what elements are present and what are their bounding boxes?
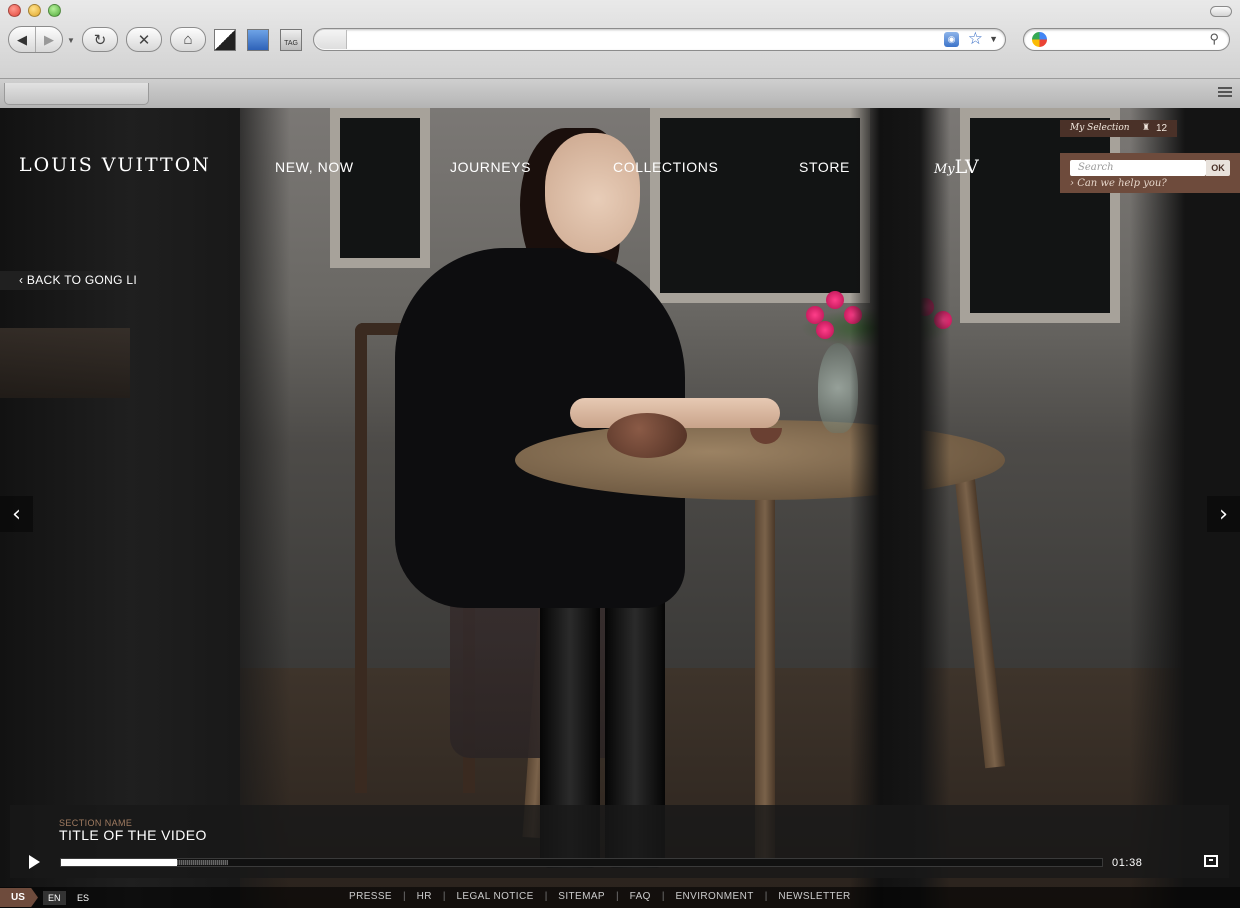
- browser-tab[interactable]: [4, 83, 149, 105]
- main-navigation: NEW, NOW JOURNEYS COLLECTIONS STORE: [0, 159, 1000, 179]
- my-selection-label: My Selection: [1070, 123, 1130, 133]
- tag-icon[interactable]: TAG: [280, 29, 302, 51]
- teapot: [607, 413, 687, 458]
- footer-link-sitemap[interactable]: SITEMAP: [558, 891, 605, 902]
- bookmark-tile-2-icon[interactable]: [247, 29, 269, 51]
- address-bar[interactable]: ◉ ☆ ▼: [313, 28, 1006, 51]
- video-progress-bar[interactable]: [60, 858, 1103, 867]
- close-window-button[interactable]: [8, 4, 21, 17]
- footer-link-legal-notice[interactable]: LEGAL NOTICE: [456, 891, 533, 902]
- language-en[interactable]: EN: [43, 891, 66, 905]
- nav-item-collections[interactable]: COLLECTIONS: [613, 159, 718, 175]
- browser-search-bar[interactable]: ⚲: [1023, 28, 1230, 51]
- footer-link-presse[interactable]: PRESSE: [349, 891, 392, 902]
- hero-photo: [0, 108, 1240, 908]
- history-navigation: ◀ ▶: [8, 26, 63, 53]
- tag-label: TAG: [284, 40, 298, 47]
- rss-icon[interactable]: ◉: [944, 32, 959, 47]
- video-title: TITLE OF THE VIDEO: [59, 827, 207, 843]
- lv-monogram-icon: LV: [954, 156, 979, 178]
- video-time: 01:38: [1112, 857, 1143, 869]
- nav-item-new-now[interactable]: NEW, NOW: [275, 159, 354, 175]
- help-link[interactable]: › Can we help you?: [1070, 178, 1167, 189]
- nav-item-store[interactable]: STORE: [799, 159, 850, 175]
- nav-item-journeys[interactable]: JOURNEYS: [450, 159, 531, 175]
- tab-list-icon[interactable]: [1218, 87, 1232, 99]
- window-controls: [8, 4, 61, 17]
- fullscreen-icon[interactable]: [1204, 855, 1218, 867]
- play-icon[interactable]: [29, 855, 40, 869]
- site-search-input[interactable]: Search: [1070, 160, 1206, 176]
- forward-icon[interactable]: ▶: [35, 27, 62, 52]
- country-selector[interactable]: US: [0, 888, 38, 907]
- reload-icon[interactable]: ↻: [82, 27, 118, 52]
- footer-link-newsletter[interactable]: NEWSLETTER: [778, 891, 850, 902]
- search-icon[interactable]: ⚲: [1209, 31, 1219, 47]
- my-lv-prefix: My: [934, 162, 955, 177]
- footer-link-hr[interactable]: HR: [417, 891, 432, 902]
- url-dropdown-icon[interactable]: ▼: [989, 34, 998, 44]
- my-lv-link[interactable]: MyLV: [934, 156, 979, 178]
- browser-chrome: ◀ ▶ ▼ ↻ ✕ ⌂ TAG ◉ ☆ ▼ ⚲: [0, 0, 1240, 108]
- language-es[interactable]: ES: [72, 891, 94, 905]
- bookmark-tile-1-icon[interactable]: [214, 29, 236, 51]
- browser-toolbar: ◀ ▶ ▼ ↻ ✕ ⌂ TAG ◉ ☆ ▼ ⚲: [0, 26, 1240, 56]
- site-identity-button[interactable]: [315, 30, 347, 49]
- footer-link-environment[interactable]: ENVIRONMENT: [675, 891, 753, 902]
- my-selection-button[interactable]: My Selection ♜ 12: [1060, 120, 1177, 137]
- stop-icon[interactable]: ✕: [126, 27, 162, 52]
- chevron-right-icon[interactable]: ›: [1207, 496, 1240, 532]
- minimize-window-button[interactable]: [28, 4, 41, 17]
- footer-link-faq[interactable]: FAQ: [630, 891, 651, 902]
- bookmark-star-icon[interactable]: ☆: [968, 29, 983, 49]
- search-panel: Search OK › Can we help you?: [1060, 153, 1240, 193]
- footer-links: PRESSE | HR | LEGAL NOTICE | SITEMAP | FAQ | …: [349, 891, 851, 902]
- google-icon[interactable]: [1032, 32, 1047, 47]
- chevron-left-icon[interactable]: ‹: [0, 496, 33, 532]
- back-link[interactable]: ‹ BACK TO GONG LI: [0, 271, 140, 290]
- video-buffered: [177, 860, 228, 865]
- footer: US EN ES PRESSE | HR | LEGAL NOTICE | SITEM…: [0, 887, 1240, 908]
- zoom-window-button[interactable]: [48, 4, 61, 17]
- history-dropdown-icon[interactable]: ▼: [67, 36, 75, 45]
- web-page: LOUIS VUITTON NEW, NOW JOURNEYS COLLECTI…: [0, 108, 1240, 908]
- tab-bar: [0, 78, 1240, 108]
- home-icon[interactable]: ⌂: [170, 27, 206, 52]
- back-icon[interactable]: ◀: [9, 27, 35, 52]
- toolbar-toggle-button[interactable]: [1210, 6, 1232, 17]
- selection-count: 12: [1156, 123, 1168, 134]
- search-ok-button[interactable]: OK: [1206, 160, 1230, 176]
- shopping-bag-icon: ♜: [1142, 123, 1151, 133]
- video-player-bar: SECTION NAME TITLE OF THE VIDEO 01:38: [10, 805, 1229, 878]
- help-link-label: Can we help you?: [1077, 178, 1167, 189]
- video-played: [61, 859, 177, 866]
